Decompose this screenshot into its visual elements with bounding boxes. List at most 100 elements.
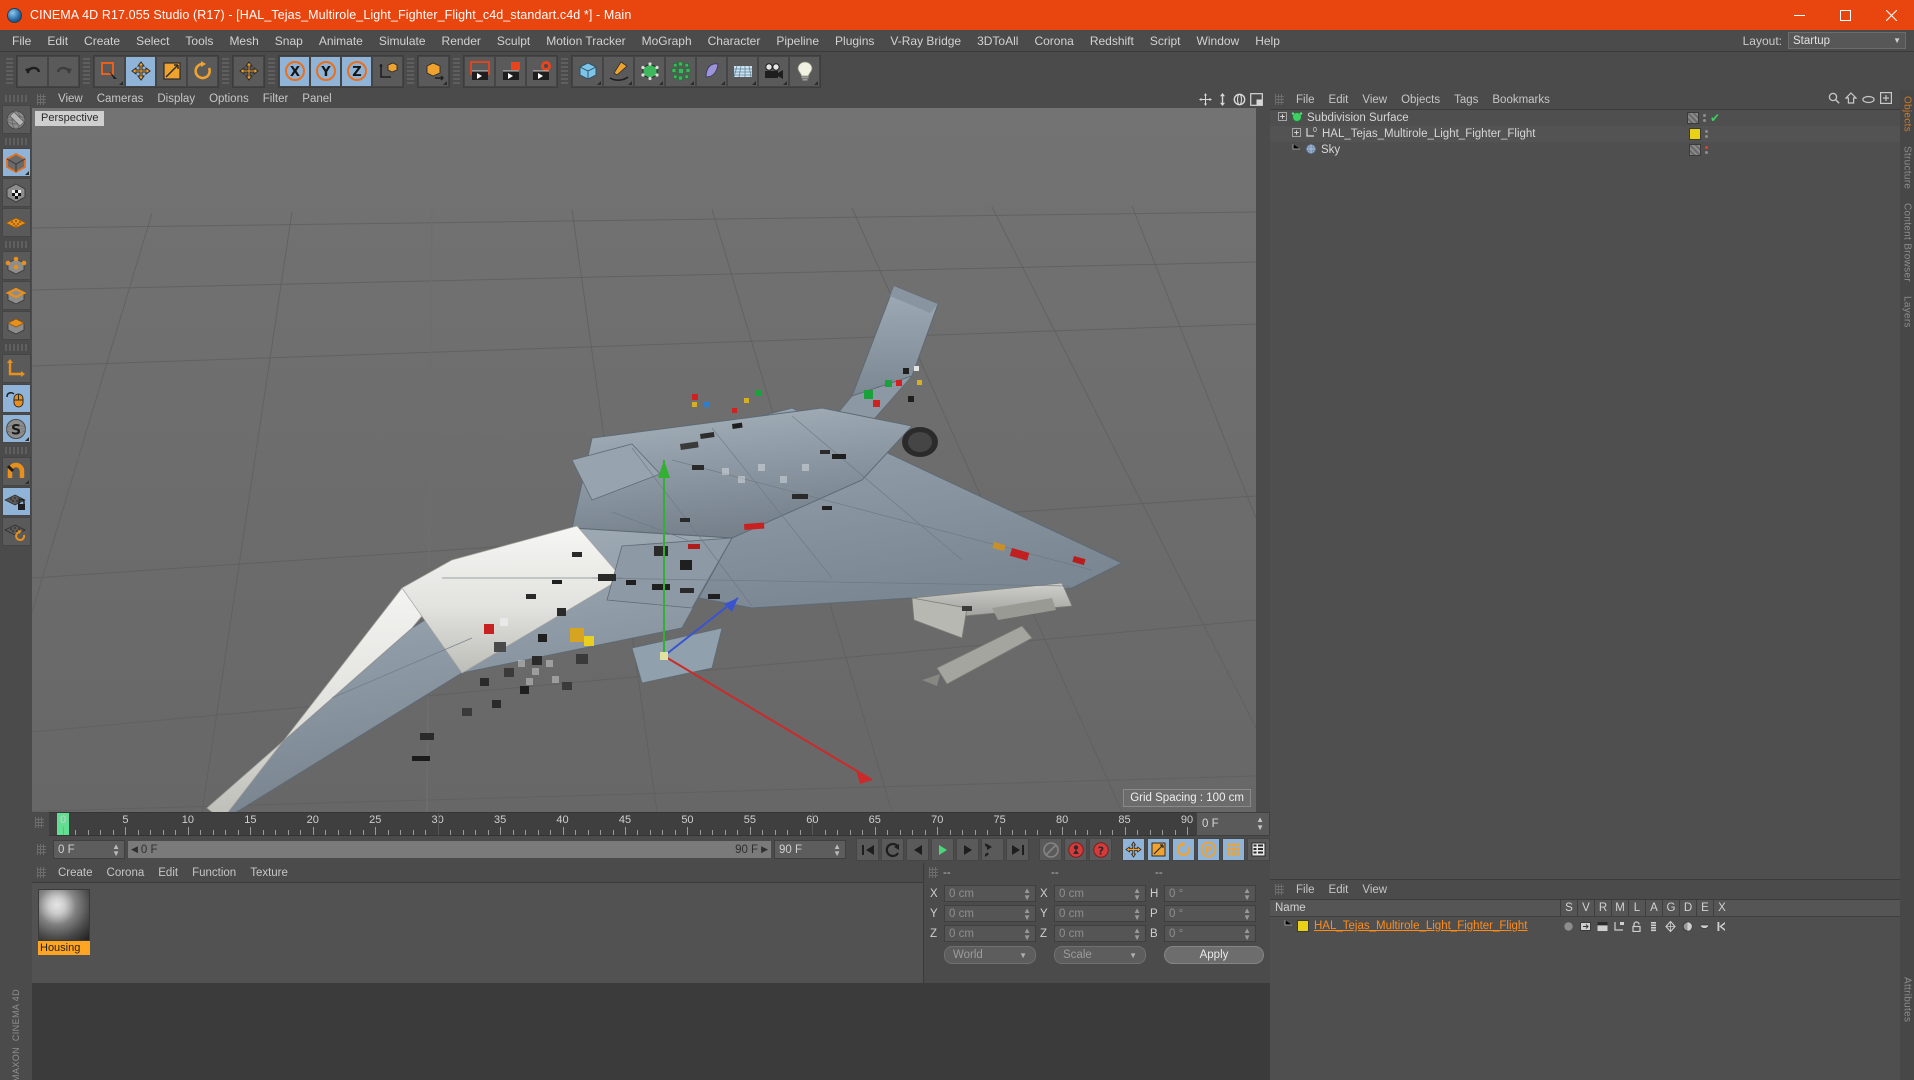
world-object-coordinate-toggle[interactable] [372,55,403,87]
column-a[interactable]: A [1645,900,1662,916]
spinner-icon[interactable]: ▲ ▼ [1243,906,1251,921]
toolbar-grip[interactable] [268,56,275,86]
x-axis-lock[interactable]: X [279,55,310,87]
edge-mode-button[interactable] [1,281,31,310]
visibility-dots[interactable] [1702,114,1706,122]
record-active-objects-button[interactable] [1039,838,1062,861]
left-toolbar-grip[interactable] [5,447,27,454]
menu-redshift[interactable]: Redshift [1082,30,1142,52]
visibility-dots[interactable] [1705,146,1708,154]
object-manager-body[interactable]: Subdivision Surface ✔ 0 HAL_Tejas_Multir… [1270,109,1900,879]
spinner-icon[interactable]: ▲ ▼ [1133,906,1141,921]
spinner-icon[interactable]: ▲ ▼ [106,842,120,857]
add-generator-button[interactable] [634,55,665,87]
start-frame-field[interactable]: 0 F ▲ ▼ [53,840,125,859]
state-g-icon[interactable] [1662,920,1679,932]
expand-collapse-icon[interactable] [1278,112,1287,124]
menu-vray-bridge[interactable]: V-Ray Bridge [882,30,969,52]
redo-button[interactable] [48,55,79,87]
column-r[interactable]: R [1594,900,1611,916]
texture-mode-button[interactable] [1,178,31,207]
state-e-icon[interactable] [1696,921,1713,932]
z-axis-lock[interactable]: Z [341,55,372,87]
record-rotation-button[interactable] [1172,838,1195,861]
spinner-icon[interactable]: ▲ ▼ [827,842,841,857]
menu-character[interactable]: Character [700,30,769,52]
keyframe-selection-button[interactable]: ? [1089,838,1112,861]
menu-mograph[interactable]: MoGraph [634,30,700,52]
dolly-icon[interactable] [1215,92,1229,106]
add-scene-object-button[interactable] [727,55,758,87]
scale-tool[interactable] [156,55,187,87]
range-left-arrow-icon[interactable]: ◀ [131,844,138,855]
render-settings-button[interactable] [526,55,557,87]
spinner-icon[interactable]: ▲ ▼ [1133,886,1141,901]
attributes-manager-body[interactable]: Name S V R M L A G D E X HAL_Tejas_Multi… [1270,899,1900,1080]
menu-file[interactable]: File [4,30,39,52]
add-mograph-button[interactable] [665,55,696,87]
maximize-button[interactable] [1822,0,1868,30]
model-mode-button[interactable] [1,148,31,177]
go-to-start-button[interactable] [856,838,879,861]
menu-3dtoall[interactable]: 3DToAll [969,30,1026,52]
state-v-icon[interactable] [1577,921,1594,932]
apply-button[interactable]: Apply [1164,946,1264,964]
material-menu-edit[interactable]: Edit [151,866,185,880]
axis-modification-button[interactable] [1,354,31,383]
menu-render[interactable]: Render [434,30,489,52]
expand-collapse-icon[interactable] [1292,128,1301,140]
menu-simulate[interactable]: Simulate [371,30,434,52]
object-menu-objects[interactable]: Objects [1394,93,1447,107]
attributes-row[interactable]: HAL_Tejas_Multirole_Light_Fighter_Flight [1270,917,1900,935]
material-preview-thumbnail[interactable] [38,889,90,941]
coord-size-y-field[interactable]: 0 cm ▲ ▼ [1054,905,1146,922]
spinner-icon[interactable]: ▲ ▼ [1023,906,1031,921]
menu-create[interactable]: Create [76,30,128,52]
column-v[interactable]: V [1577,900,1594,916]
polygon-mode-button[interactable] [1,311,31,340]
object-row-sky[interactable]: Sky [1270,142,1900,158]
current-frame-field[interactable]: 0 F ▲ ▼ [1196,812,1270,836]
tab-content-browser[interactable]: Content Browser [1902,203,1913,282]
toolbar-grip[interactable] [453,56,460,86]
left-toolbar-grip[interactable] [5,344,27,351]
material-manager-grip[interactable] [37,867,46,878]
workplane-reset-button[interactable] [1,517,31,546]
material-menu-texture[interactable]: Texture [243,866,295,880]
object-menu-view[interactable]: View [1355,93,1394,107]
menu-script[interactable]: Script [1142,30,1189,52]
menu-animate[interactable]: Animate [311,30,371,52]
home-icon[interactable] [1844,92,1858,107]
coordinate-system-select[interactable]: World ▼ [944,946,1036,964]
material-menu-create[interactable]: Create [51,866,100,880]
material-menu-corona[interactable]: Corona [100,866,152,880]
tab-attributes[interactable]: Attributes [1902,977,1913,1022]
maximize-view-icon[interactable] [1249,92,1263,106]
attributes-manager-grip[interactable] [1275,884,1284,895]
autokeying-button[interactable] [1064,838,1087,861]
viewport-canvas[interactable]: Perspective Grid Spacing : 100 cm [32,108,1256,812]
workplane-mode-button[interactable] [1,208,31,237]
add-spline-button[interactable] [603,55,634,87]
rotate-tool[interactable] [187,55,218,87]
make-editable-button[interactable] [1,105,31,134]
column-e[interactable]: E [1696,900,1713,916]
toolbar-grip[interactable] [561,56,568,86]
visibility-dots[interactable] [1705,130,1708,138]
menu-select[interactable]: Select [128,30,177,52]
material-menu-function[interactable]: Function [185,866,243,880]
end-frame-field[interactable]: 90 F ▲ ▼ [774,840,846,859]
point-mode-button[interactable] [1,251,31,280]
coord-pos-z-field[interactable]: 0 cm ▲ ▼ [944,925,1036,942]
timeline-ruler[interactable]: 051015202530354045505560657075808590 [49,812,1196,836]
minimize-button[interactable] [1776,0,1822,30]
viewport-grip[interactable] [37,93,46,105]
tag-hatch-icon[interactable] [1689,144,1701,156]
coord-rot-b-field[interactable]: 0 ° ▲ ▼ [1164,925,1256,942]
spinner-icon[interactable]: ▲ ▼ [1243,926,1251,941]
menu-snap[interactable]: Snap [267,30,311,52]
coord-size-x-field[interactable]: 0 cm ▲ ▼ [1054,885,1146,902]
add-cube-object-button[interactable] [572,55,603,87]
object-row-subdivision-surface[interactable]: Subdivision Surface ✔ [1270,110,1900,126]
live-selection-tool[interactable] [94,55,125,87]
